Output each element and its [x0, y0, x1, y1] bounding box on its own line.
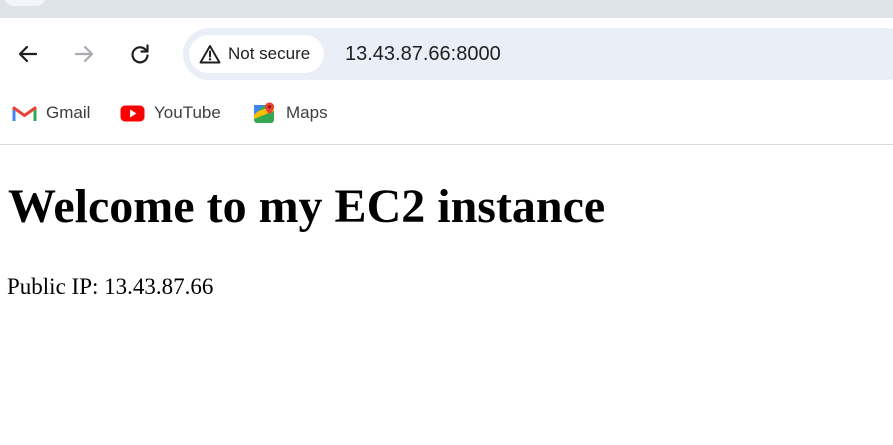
tab-strip [0, 0, 893, 18]
bookmark-label: Gmail [46, 103, 91, 122]
youtube-icon [120, 105, 145, 121]
bookmark-maps[interactable]: Maps [253, 100, 328, 126]
back-button[interactable] [12, 38, 44, 70]
bookmark-youtube[interactable]: YouTube [120, 100, 221, 126]
public-ip-text: Public IP: 13.43.87.66 [7, 274, 214, 299]
browser-toolbar: Not secure 13.43.87.66:8000 [0, 18, 893, 90]
address-bar[interactable]: Not secure 13.43.87.66:8000 [183, 28, 893, 80]
arrow-right-icon [74, 45, 94, 63]
maps-icon [254, 102, 274, 123]
bookmarks-bar: Gmail YouTube Maps [0, 90, 893, 145]
reload-button[interactable] [124, 38, 156, 70]
forward-button[interactable] [68, 38, 100, 70]
bookmark-label: YouTube [154, 103, 221, 122]
page-heading: Welcome to my EC2 instance [8, 180, 606, 233]
arrow-left-icon [18, 45, 38, 63]
security-label: Not secure [228, 44, 311, 63]
page-content: Welcome to my EC2 instance Public IP: 13… [0, 145, 893, 445]
url-text[interactable]: 13.43.87.66:8000 [345, 28, 501, 80]
active-tab-edge[interactable] [4, 0, 46, 6]
bookmark-label: Maps [286, 103, 328, 122]
bookmark-gmail[interactable]: Gmail [12, 100, 90, 126]
warning-triangle-icon [199, 45, 221, 64]
security-indicator[interactable]: Not secure [189, 35, 325, 73]
gmail-icon [12, 106, 37, 121]
reload-icon [131, 44, 149, 64]
